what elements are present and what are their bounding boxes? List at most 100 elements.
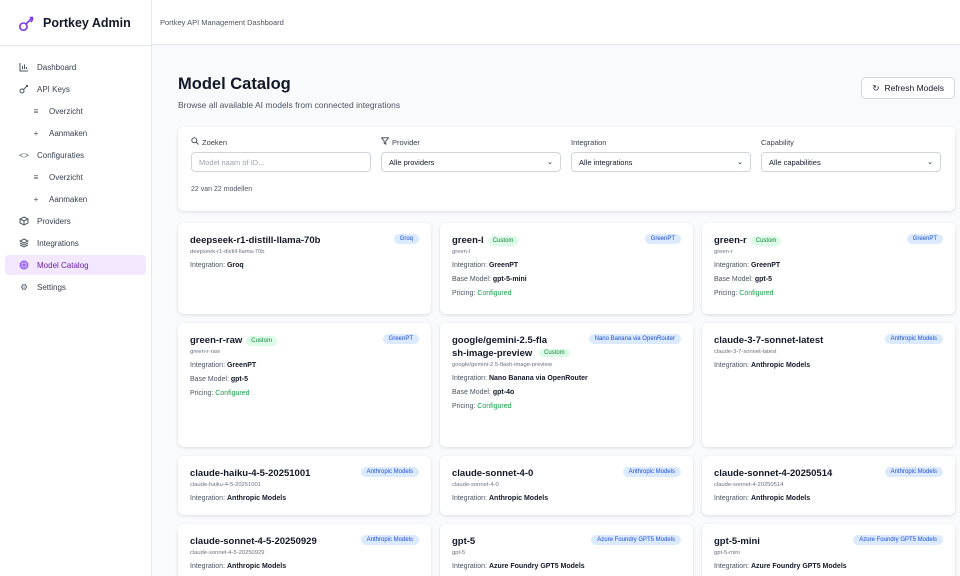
refresh-models-button[interactable]: ↻ Refresh Models	[861, 77, 955, 100]
search-input[interactable]: Model naam of ID...	[191, 152, 371, 173]
model-card[interactable]: claude-sonnet-4-0 Anthropic Models claud…	[440, 456, 693, 516]
integration-badge: Anthropic Models	[622, 467, 681, 478]
sidebar-item-label: Providers	[37, 216, 71, 226]
sidebar-item-model-catalog[interactable]: Model Catalog	[5, 255, 146, 275]
integration-badge: Azure Foundry GPT5 Models	[853, 535, 943, 546]
sidebar-item-integrations[interactable]: Integrations	[5, 233, 146, 253]
chevron-down-icon: ⌄	[547, 159, 553, 167]
filter-icon	[380, 137, 390, 147]
sidebar-item-label: Aanmaken	[49, 128, 88, 138]
capability-filter: Capability Alle capabilities ⌄	[761, 137, 941, 173]
base-model-line: Base Model: gpt-4o	[452, 389, 515, 397]
model-card[interactable]: claude-haiku-4-5-20251001 Anthropic Mode…	[178, 456, 431, 516]
plus-icon: +	[33, 194, 39, 204]
integration-filter: Integration Alle integrations ⌄	[571, 137, 751, 173]
integration-badge: Anthropic Models	[360, 535, 419, 546]
integration-line: Integration: GreenPT	[452, 262, 519, 270]
sidebar-nav: Dashboard API Keys ≡ Overzicht + Aanmake…	[0, 46, 151, 310]
refresh-icon: ↻	[872, 82, 880, 93]
base-model-line: Base Model: gpt-5	[190, 376, 248, 384]
custom-badge: Custom	[539, 349, 570, 358]
provider-filter: Provider Alle providers ⌄	[380, 137, 561, 173]
model-name: deepseek-r1-distill-llama-70b	[190, 235, 321, 247]
topbar: Portkey API Management Dashboard	[152, 0, 960, 46]
model-card[interactable]: claude-sonnet-4-5-20250929 Anthropic Mod…	[178, 524, 431, 576]
layers-icon	[19, 238, 29, 248]
model-id: deepseek-r1-distill-llama-70b	[190, 249, 265, 256]
model-id: claude-sonnet-4-20250514	[714, 482, 784, 489]
capability-select[interactable]: Alle capabilities ⌄	[761, 152, 941, 173]
code-icon: <>	[19, 150, 29, 160]
sidebar-item-label: Integrations	[37, 238, 79, 248]
list-icon: ≡	[33, 106, 39, 116]
model-card[interactable]: gpt-5 Azure Foundry GPT5 Models gpt-5 In…	[440, 524, 693, 576]
integration-line: Integration: Anthropic Models	[714, 362, 811, 370]
model-name: claude-sonnet-4-0	[452, 468, 534, 480]
sidebar-item-label: Settings	[37, 282, 66, 292]
refresh-label: Refresh Models	[884, 83, 944, 94]
model-card[interactable]: claude-sonnet-4-20250514 Anthropic Model…	[702, 456, 955, 516]
cpu-icon	[19, 260, 29, 270]
bar-chart-icon	[19, 62, 29, 72]
search-placeholder: Model naam of ID...	[199, 157, 265, 167]
provider-label: Provider	[392, 137, 420, 147]
model-card[interactable]: green-l Custom GreenPT green-l Integratio…	[440, 223, 693, 315]
sidebar-item-settings[interactable]: ⚙ Settings	[5, 277, 146, 297]
sidebar-item-api-keys-overzicht[interactable]: ≡ Overzicht	[5, 101, 146, 121]
capability-value: Alle capabilities	[769, 157, 821, 167]
model-id: claude-sonnet-4-5-20250929	[190, 550, 265, 557]
model-card[interactable]: google/gemini-2.5-flash-image-preview Na…	[440, 323, 693, 448]
integration-badge: GreenPT	[644, 234, 681, 245]
integration-line: Integration: GreenPT	[714, 262, 781, 270]
chevron-down-icon: ⌄	[737, 159, 743, 167]
model-card[interactable]: gpt-5-mini Azure Foundry GPT5 Models gpt…	[702, 524, 955, 576]
integration-line: Integration: Anthropic Models	[190, 495, 287, 503]
sidebar-item-configuraties[interactable]: <> Configuraties	[5, 145, 146, 165]
integration-badge: GreenPT	[906, 234, 943, 245]
key-logo-icon	[18, 16, 34, 31]
sidebar-item-providers[interactable]: Providers	[5, 211, 146, 231]
model-id: gpt-5	[452, 550, 466, 557]
integration-line: Integration: Nano Banana via OpenRouter	[452, 375, 588, 383]
integration-line: Integration: Azure Foundry GPT5 Models	[714, 563, 847, 571]
sidebar-item-configuraties-aanmaken[interactable]: + Aanmaken	[5, 189, 146, 209]
brand[interactable]: Portkey Admin	[0, 0, 151, 46]
integration-badge: Azure Foundry GPT5 Models	[591, 535, 681, 546]
model-card[interactable]: green-r Custom GreenPT green-r Integratio…	[702, 223, 955, 315]
model-card[interactable]: green-r-raw Custom GreenPT green-r-raw In…	[178, 323, 431, 448]
model-grid: deepseek-r1-distill-llama-70b Groq deeps…	[178, 223, 955, 576]
page-title: Model Catalog	[178, 75, 291, 94]
integration-badge: Groq	[393, 234, 419, 245]
integration-select[interactable]: Alle integrations ⌄	[571, 152, 751, 173]
sidebar-item-api-keys[interactable]: API Keys	[5, 79, 146, 99]
sidebar-item-dashboard[interactable]: Dashboard	[5, 57, 146, 77]
model-card[interactable]: claude-3-7-sonnet-latest Anthropic Model…	[702, 323, 955, 448]
sidebar-item-label: Aanmaken	[49, 194, 88, 204]
model-name: claude-sonnet-4-20250514	[714, 468, 833, 480]
integration-line: Integration: Groq	[190, 262, 244, 270]
content: Model Catalog Browse all available AI mo…	[152, 45, 960, 576]
model-id: claude-3-7-sonnet-latest	[714, 349, 777, 356]
key-icon	[19, 84, 29, 94]
provider-select[interactable]: Alle providers ⌄	[381, 152, 561, 173]
integration-line: Integration: GreenPT	[190, 362, 257, 370]
sidebar-item-configuraties-overzicht[interactable]: ≡ Overzicht	[5, 167, 146, 187]
model-name: green-r	[714, 235, 747, 247]
model-id: green-r	[714, 249, 733, 256]
model-card[interactable]: deepseek-r1-distill-llama-70b Groq deeps…	[178, 223, 431, 315]
integration-badge: Anthropic Models	[884, 467, 943, 478]
sidebar-item-api-keys-aanmaken[interactable]: + Aanmaken	[5, 123, 146, 143]
model-name: gpt-5	[452, 536, 476, 548]
model-name: claude-haiku-4-5-20251001	[190, 468, 311, 480]
list-icon: ≡	[33, 172, 39, 182]
integration-line: Integration: Azure Foundry GPT5 Models	[452, 563, 585, 571]
model-id: green-l	[452, 249, 471, 256]
pricing-line: Pricing: Configured	[714, 290, 774, 298]
pricing-line: Pricing: Configured	[452, 290, 512, 298]
model-name: gpt-5-mini	[714, 536, 760, 548]
model-count: 22 van 22 modellen	[191, 186, 253, 194]
pricing-line: Pricing: Configured	[452, 403, 512, 411]
integration-line: Integration: Anthropic Models	[452, 495, 549, 503]
brand-title: Portkey Admin	[43, 15, 131, 30]
model-id: claude-haiku-4-5-20251001	[190, 482, 261, 489]
